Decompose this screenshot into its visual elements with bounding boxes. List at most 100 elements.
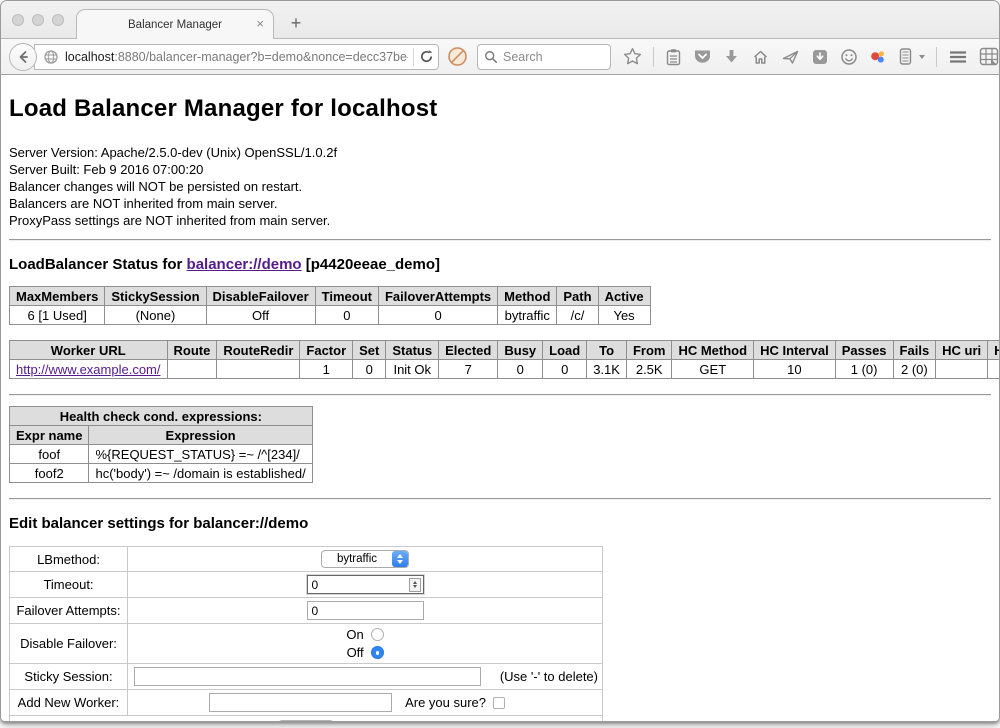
failover-attempts-input[interactable] <box>307 601 424 620</box>
table-cell <box>167 360 217 379</box>
clipboard-icon <box>665 48 682 66</box>
search-bar[interactable]: Search <box>477 44 611 70</box>
disable-failover-off-radio[interactable] <box>371 646 384 659</box>
feedback-button[interactable] <box>840 48 858 66</box>
globe-icon[interactable] <box>43 49 59 65</box>
table-cell: 1 (0) <box>835 360 893 379</box>
zoom-window-button[interactable] <box>52 14 64 26</box>
back-button[interactable] <box>9 43 37 71</box>
table-cell: bytraffic <box>498 306 557 325</box>
close-window-button[interactable] <box>12 14 24 26</box>
table-cell: 2 (0) <box>893 360 936 379</box>
minimize-window-button[interactable] <box>32 14 44 26</box>
server-info: Server Version: Apache/2.5.0-dev (Unix) … <box>9 144 991 229</box>
table-cell: 3.1K <box>587 360 627 379</box>
radio-on-label: On <box>346 627 363 642</box>
lbmethod-label: LBmethod: <box>10 547 128 572</box>
table-cell: 1 <box>300 360 353 379</box>
reload-icon[interactable] <box>419 49 434 64</box>
column-header: Load <box>543 341 587 360</box>
lbmethod-select[interactable]: bytraffic <box>321 550 409 568</box>
save-panel-icon <box>811 48 829 66</box>
send-tab-button[interactable] <box>781 48 800 66</box>
disable-failover-on-radio[interactable] <box>371 628 384 641</box>
table-row: foof%{REQUEST_STATUS} =~ /^[234]/ <box>10 445 313 464</box>
save-panel-button[interactable] <box>811 48 829 66</box>
column-header: Fails <box>893 341 936 360</box>
select-stepper-icon[interactable] <box>392 551 408 567</box>
tab-bar: Balancer Manager × + <box>1 1 999 38</box>
chevron-down-icon[interactable] <box>919 55 925 59</box>
bookmark-star-button[interactable] <box>623 47 642 66</box>
add-worker-input[interactable] <box>209 693 392 712</box>
column-header: Passes <box>835 341 893 360</box>
timeout-label: Timeout: <box>10 572 128 598</box>
table-cell: Init Ok <box>386 360 439 379</box>
lbmethod-row: LBmethod: bytraffic <box>10 547 603 572</box>
table-cell: Yes <box>598 306 650 325</box>
timeout-row: Timeout: <box>10 572 603 598</box>
new-tab-button[interactable]: + <box>284 13 308 34</box>
bookmarks-menu-button[interactable] <box>665 48 682 66</box>
url-text[interactable]: localhost:8880/balancer-manager?b=demo&n… <box>65 50 408 64</box>
disable-failover-row: Disable Failover: On Off <box>10 624 603 664</box>
table-title: Health check cond. expressions: <box>10 407 313 426</box>
submit-button[interactable]: Submit <box>278 720 334 722</box>
server-version-line: Server Version: Apache/2.5.0-dev (Unix) … <box>9 144 991 161</box>
table-cell: GET <box>672 360 754 379</box>
table-cell <box>217 360 300 379</box>
home-button[interactable] <box>751 48 770 66</box>
balancer-status-table: MaxMembersStickySessionDisableFailoverTi… <box>9 286 651 325</box>
table-cell: http://www.example.com/ <box>10 360 168 379</box>
colors-extension-icon <box>869 48 887 66</box>
lbmethod-selected-value: bytraffic <box>322 551 392 567</box>
submit-row: Submit <box>10 716 603 723</box>
url-bar[interactable]: localhost:8880/balancer-manager?b=demo&n… <box>34 44 439 70</box>
edit-settings-heading: Edit balancer settings for balancer://de… <box>9 515 991 532</box>
page-title: Load Balancer Manager for localhost <box>9 95 991 123</box>
table-cell: hc('body') =~ /domain is established/ <box>89 464 312 483</box>
radio-off-label: Off <box>347 645 364 660</box>
column-header: Timeout <box>315 287 378 306</box>
page-content: Load Balancer Manager for localhost Serv… <box>1 95 999 722</box>
timeout-field-wrap <box>307 575 424 594</box>
column-header: HC Expr <box>988 341 1000 360</box>
download-icon <box>723 48 740 66</box>
table-cell: 0 <box>498 360 543 379</box>
pocket-button[interactable] <box>693 48 712 66</box>
tab-close-icon[interactable]: × <box>256 17 264 30</box>
balancer-link[interactable]: balancer://demo <box>187 256 302 273</box>
sticky-session-input[interactable] <box>134 667 481 686</box>
menu-button[interactable] <box>948 49 968 65</box>
table-cell: 2.5K <box>626 360 672 379</box>
column-header: From <box>626 341 672 360</box>
column-header: MaxMembers <box>10 287 105 306</box>
confirm-checkbox[interactable] <box>493 697 505 709</box>
timeout-input[interactable] <box>308 578 409 592</box>
extension-list-button[interactable] <box>898 47 913 66</box>
column-header: Factor <box>300 341 353 360</box>
table-cell: %{REQUEST_STATUS} =~ /^[234]/ <box>89 445 312 464</box>
table-cell: (None) <box>105 306 206 325</box>
app-grid-button[interactable] <box>979 47 999 66</box>
table-cell: 6 [1 Used] <box>10 306 105 325</box>
status-heading: LoadBalancer Status for balancer://demo … <box>9 256 991 273</box>
column-header: Method <box>498 287 557 306</box>
balancer-settings-form: LBmethod: bytraffic Timeout: <box>9 546 603 722</box>
downloads-button[interactable] <box>723 48 740 66</box>
number-stepper-icon[interactable] <box>409 578 421 592</box>
tab-balancer-manager[interactable]: Balancer Manager × <box>76 9 274 39</box>
column-header: Route <box>167 341 217 360</box>
table-row: foof2hc('body') =~ /domain is establishe… <box>10 464 313 483</box>
navigation-toolbar: localhost:8880/balancer-manager?b=demo&n… <box>1 38 999 75</box>
window-controls <box>12 14 64 26</box>
worker-url-link[interactable]: http://www.example.com/ <box>16 362 161 377</box>
table-cell: 0 <box>315 306 378 325</box>
column-header: HC Method <box>672 341 754 360</box>
table-row: 6 [1 Used](None)Off00bytraffic/c/Yes <box>10 306 651 325</box>
colors-extension-button[interactable] <box>869 48 887 66</box>
browser-window: Balancer Manager × + localhost:8880/bala… <box>0 0 1000 722</box>
plugin-blocked-button[interactable] <box>447 46 468 67</box>
menu-icon <box>948 49 968 65</box>
toolbar-icons <box>623 47 995 67</box>
